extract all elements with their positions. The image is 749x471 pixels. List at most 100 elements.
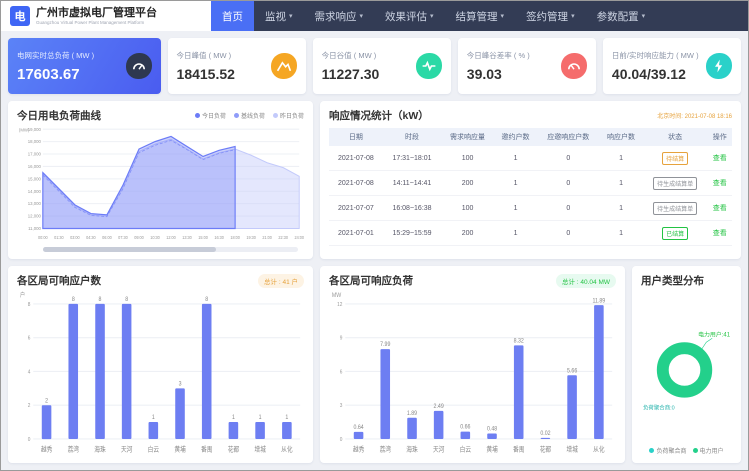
view-link[interactable]: 查看 <box>713 230 727 237</box>
district-load-panel-head: 各区局可响应负荷 总计 : 40.04 MW <box>329 273 616 288</box>
table-header-cell: 状态 <box>643 128 708 146</box>
nav-item-6[interactable]: 参数配置▾ <box>586 1 657 31</box>
svg-text:荔湾: 荔湾 <box>68 444 80 454</box>
kpi-info: 电网实时总负荷 ( MW )17603.67 <box>17 50 94 83</box>
beijing-time: 北京时间: 2021-07-08 18:16 <box>657 111 732 120</box>
chevron-down-icon: ▾ <box>360 12 364 20</box>
bar-花都 <box>541 438 551 439</box>
topbar: 电 广州市虚拟电厂管理平台 Guangzhou Virtual Power Pl… <box>1 1 748 31</box>
bar-白云 <box>149 422 159 439</box>
legend-item-0[interactable]: 今日负荷 <box>195 111 226 120</box>
svg-text:3: 3 <box>179 381 182 387</box>
brand: 电 广州市虚拟电厂管理平台 Guangzhou Virtual Power Pl… <box>1 1 211 31</box>
legend-label: 昨日负荷 <box>280 111 304 120</box>
app-title: 广州市虚拟电厂管理平台 <box>36 7 157 20</box>
svg-text:黄埔: 黄埔 <box>174 444 186 454</box>
svg-text:白云: 白云 <box>460 444 471 454</box>
kpi-title: 今日谷值 ( MW ) <box>322 50 380 61</box>
svg-text:花都: 花都 <box>540 444 552 454</box>
table-cell: 1 <box>599 221 642 246</box>
kpi-title: 今日峰谷差率 ( % ) <box>467 50 530 61</box>
bar-荔湾 <box>380 349 390 439</box>
peak-icon <box>271 53 297 79</box>
nav-item-4[interactable]: 结算管理▾ <box>445 1 516 31</box>
table-cell: 100 <box>441 146 494 171</box>
svg-text:8: 8 <box>99 297 102 303</box>
kpi-title: 今日峰值 ( MW ) <box>177 50 235 61</box>
bar-番禺 <box>202 304 212 439</box>
bar-越秀 <box>354 432 364 439</box>
svg-text:18,000: 18,000 <box>28 139 42 144</box>
app-subtitle: Guangzhou Virtual Power Plant Management… <box>36 20 157 25</box>
legend-item-1[interactable]: 基线负荷 <box>234 111 265 120</box>
svg-text:24:00: 24:00 <box>294 235 304 240</box>
kpi-value: 11227.30 <box>322 66 380 82</box>
svg-text:13,000: 13,000 <box>28 201 42 206</box>
table-cell: 2021-07-01 <box>329 221 383 246</box>
svg-text:5.66: 5.66 <box>567 368 577 374</box>
table-header-cell: 操作 <box>708 128 732 146</box>
svg-text:9: 9 <box>340 335 343 341</box>
kpi-info: 日前/实时响应能力 ( MW )40.04/39.12 <box>612 50 699 82</box>
svg-text:花都: 花都 <box>228 444 240 454</box>
table-header-cell: 响应户数 <box>599 128 642 146</box>
legend-item-2[interactable]: 昨日负荷 <box>273 111 304 120</box>
action-cell: 查看 <box>708 146 732 171</box>
svg-text:01:30: 01:30 <box>54 235 64 240</box>
svg-text:17,000: 17,000 <box>28 151 42 156</box>
bar-从化 <box>282 422 292 439</box>
table-row: 2021-07-0716:08~16:38100101待生成结算单查看 <box>329 196 732 221</box>
capacity-icon <box>706 53 732 79</box>
table-cell: 2021-07-07 <box>329 196 383 221</box>
donut-ring <box>663 348 707 392</box>
district-load-total-badge: 总计 : 40.04 MW <box>556 274 616 288</box>
svg-text:11.89: 11.89 <box>592 298 605 304</box>
status-badge: 待生成结算单 <box>653 177 697 190</box>
bar-海珠 <box>95 304 105 439</box>
table-cell: 1 <box>494 171 537 196</box>
table-cell: 200 <box>441 221 494 246</box>
chart-scrollbar-thumb[interactable] <box>43 247 216 252</box>
nav-item-5[interactable]: 签约管理▾ <box>515 1 586 31</box>
donut-legend-item-0[interactable]: 负荷聚合商 <box>649 446 686 455</box>
households-total-badge: 总计 : 41 户 <box>258 274 304 288</box>
status-cell: 待结算 <box>643 146 708 171</box>
svg-text:荔湾: 荔湾 <box>380 444 392 454</box>
view-link[interactable]: 查看 <box>713 155 727 162</box>
nav-item-1[interactable]: 监视▾ <box>254 1 304 31</box>
svg-text:1: 1 <box>285 415 288 421</box>
status-cell: 待生成结算单 <box>643 196 708 221</box>
svg-text:04:30: 04:30 <box>86 235 96 240</box>
district-load-panel-title: 各区局可响应负荷 <box>329 273 413 288</box>
svg-text:从化: 从化 <box>281 444 293 454</box>
view-link[interactable]: 查看 <box>713 205 727 212</box>
nav-item-0[interactable]: 首页 <box>211 1 254 31</box>
nav-item-2[interactable]: 需求响应▾ <box>304 1 375 31</box>
chevron-down-icon: ▾ <box>430 12 434 20</box>
svg-text:16:30: 16:30 <box>214 235 224 240</box>
view-link[interactable]: 查看 <box>713 180 727 187</box>
svg-text:1: 1 <box>232 415 235 421</box>
action-cell: 查看 <box>708 221 732 246</box>
svg-text:15:00: 15:00 <box>198 235 208 240</box>
svg-text:增城: 增城 <box>254 444 266 454</box>
response-stats-panel: 响应情况统计（kW） 北京时间: 2021-07-08 18:16 日期时段需求… <box>320 101 741 259</box>
chart-scrollbar[interactable] <box>43 247 298 252</box>
donut-legend-item-1[interactable]: 电力用户 <box>693 446 724 455</box>
table-cell: 0 <box>537 146 599 171</box>
bar-白云 <box>461 432 471 439</box>
nav-item-3[interactable]: 效果评估▾ <box>374 1 445 31</box>
svg-text:越秀: 越秀 <box>353 444 365 454</box>
kpi-title: 日前/实时响应能力 ( MW ) <box>612 50 699 61</box>
bar-增城 <box>255 422 265 439</box>
svg-text:2: 2 <box>45 398 48 404</box>
svg-text:海珠: 海珠 <box>406 444 418 454</box>
svg-text:海珠: 海珠 <box>94 444 106 454</box>
svg-text:黄埔: 黄埔 <box>486 444 498 454</box>
user-type-panel-title: 用户类型分布 <box>641 273 704 288</box>
load-legend: 今日负荷基线负荷 昨日负荷 <box>195 111 304 120</box>
load-chart: 19,00018,00017,00016,00015,00014,00013,0… <box>17 123 304 245</box>
svg-text:8: 8 <box>125 297 128 303</box>
mid-row: 今日用电负荷曲线 今日负荷基线负荷昨日负荷 19,00018,00017,000… <box>8 101 741 259</box>
legend-label: 负荷聚合商 <box>656 446 686 455</box>
